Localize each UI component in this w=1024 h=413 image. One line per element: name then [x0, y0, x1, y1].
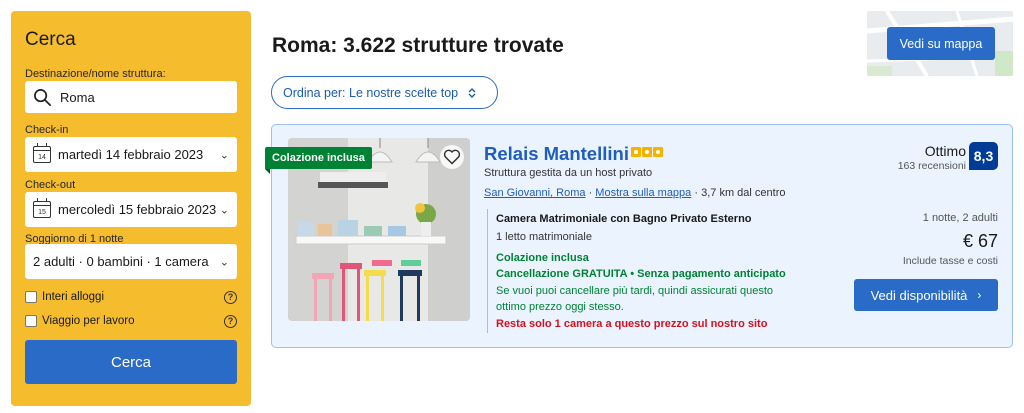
- chevron-right-icon: ›: [977, 288, 982, 302]
- cancellation-note: Se vuoi puoi cancellare più tardi, quind…: [496, 285, 773, 313]
- destination-value: Roma: [60, 89, 95, 105]
- room-name: Camera Matrimoniale con Bagno Privato Es…: [496, 213, 752, 225]
- entire-homes-checkbox[interactable]: Interi alloggi ?: [25, 290, 237, 304]
- search-icon: [34, 88, 51, 106]
- sidebar-title: Cerca: [25, 29, 76, 50]
- scarcity-message: Resta solo 1 camera a questo prezzo sul …: [496, 318, 768, 330]
- sort-label: Ordina per: Le nostre scelte top: [283, 85, 459, 100]
- star-icon: [642, 147, 652, 157]
- guests-value: 2 adulti · 0 bambini · 1 camera: [33, 254, 209, 269]
- search-sidebar: Cerca Destinazione/nome struttura: Roma …: [11, 11, 251, 406]
- destination-label: Destinazione/nome struttura:: [25, 68, 166, 80]
- sort-button[interactable]: Ordina per: Le nostre scelte top: [271, 76, 498, 109]
- chevron-down-icon: ⌄: [219, 149, 229, 161]
- review-score-badge[interactable]: 8,3: [969, 142, 998, 170]
- guests-selector[interactable]: 2 adulti · 0 bambini · 1 camera ⌄: [25, 244, 237, 279]
- see-availability-button[interactable]: Vedi disponibilità ›: [854, 279, 998, 311]
- location-line: San Giovanni, Roma · Mostra sulla mappa …: [484, 187, 785, 199]
- show-map-link[interactable]: Mostra sulla mappa: [595, 187, 691, 199]
- star-icon: [653, 147, 663, 157]
- search-button[interactable]: Cerca: [25, 340, 237, 384]
- free-cancellation: Cancellazione GRATUITA • Senza pagamento…: [496, 268, 786, 280]
- nights-guests: 1 notte, 2 adulti: [922, 212, 998, 224]
- checkout-label: Check-out: [25, 179, 76, 191]
- price: € 67: [962, 231, 998, 251]
- breakfast-included-ribbon: Colazione inclusa: [265, 147, 372, 174]
- destination-input[interactable]: Roma: [25, 81, 237, 113]
- distance: 3,7 km dal centro: [701, 187, 786, 199]
- review-count: 163 recensioni: [897, 160, 966, 172]
- checkout-value: mercoledì 15 febbraio 2023: [58, 202, 217, 217]
- breakfast-included: Colazione inclusa: [496, 252, 589, 264]
- chevron-down-icon: ⌄: [219, 204, 229, 216]
- checkin-value: martedì 14 febbraio 2023: [58, 147, 204, 162]
- calendar-icon: 14: [33, 143, 51, 163]
- area-link[interactable]: San Giovanni, Roma: [484, 187, 586, 199]
- host-type: Struttura gestita da un host privato: [484, 167, 653, 179]
- entire-homes-label: Interi alloggi: [42, 291, 105, 303]
- sort-icon: [468, 87, 476, 98]
- business-travel-label: Viaggio per lavoro: [42, 315, 135, 327]
- availability-label: Vedi disponibilità: [870, 287, 968, 303]
- calendar-icon: 15: [33, 198, 51, 218]
- help-icon[interactable]: ?: [224, 290, 237, 304]
- checkbox-box[interactable]: [25, 291, 37, 303]
- star-rating: [631, 147, 663, 157]
- taxes-note: Include tasse e costi: [902, 255, 998, 267]
- results-title: Roma: 3.622 strutture trovate: [272, 34, 564, 57]
- heart-icon[interactable]: [440, 145, 464, 169]
- business-travel-checkbox[interactable]: Viaggio per lavoro ?: [25, 314, 237, 328]
- star-icon: [631, 147, 641, 157]
- rating-word: Ottimo: [924, 143, 966, 159]
- checkout-field[interactable]: 15 mercoledì 15 febbraio 2023 ⌄: [25, 192, 237, 227]
- chevron-down-icon: ⌄: [219, 256, 229, 268]
- checkin-label: Check-in: [25, 124, 69, 136]
- checkbox-box[interactable]: [25, 315, 37, 327]
- show-on-map-button[interactable]: Vedi su mappa: [887, 27, 995, 60]
- property-name-link[interactable]: Relais Mantellini: [484, 143, 629, 165]
- room-bed: 1 letto matrimoniale: [496, 231, 592, 243]
- room-details: Camera Matrimoniale con Bagno Privato Es…: [487, 209, 817, 333]
- help-icon[interactable]: ?: [224, 314, 237, 328]
- checkin-field[interactable]: 14 martedì 14 febbraio 2023 ⌄: [25, 137, 237, 172]
